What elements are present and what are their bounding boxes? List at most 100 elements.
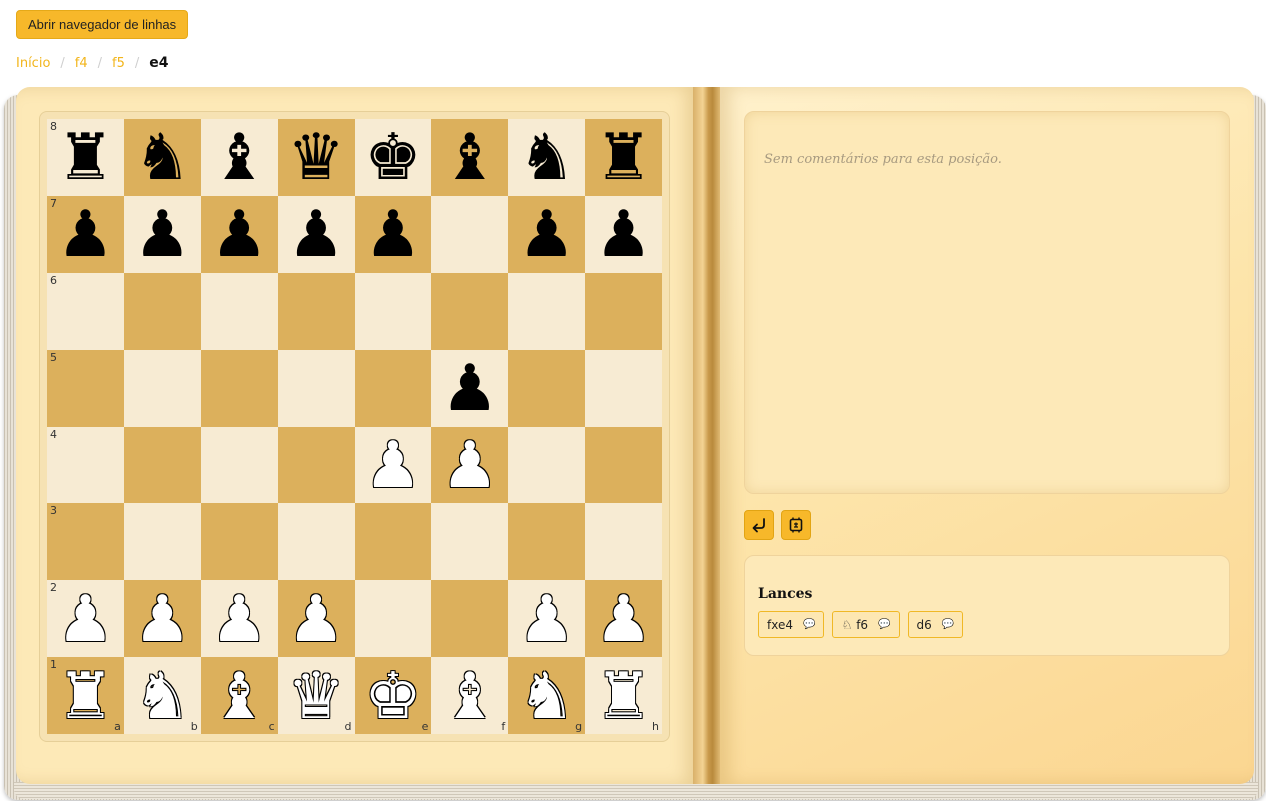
square-b1[interactable]: b ♞	[123, 657, 201, 734]
square-c8[interactable]: ♝	[200, 119, 278, 196]
square-f7[interactable]	[431, 195, 509, 273]
square-g2[interactable]: ♟	[508, 580, 586, 658]
square-b5[interactable]	[123, 349, 201, 427]
square-f1[interactable]: f ♝	[431, 657, 509, 734]
black-pawn-icon[interactable]: ♟	[364, 203, 421, 267]
white-king-icon[interactable]: ♚	[364, 665, 421, 729]
square-e2[interactable]	[354, 580, 432, 658]
breadcrumb-item-start[interactable]: Início	[16, 56, 50, 71]
white-queen-icon[interactable]: ♛	[287, 665, 344, 729]
square-a4[interactable]: 4	[47, 426, 124, 504]
square-h5[interactable]	[585, 349, 662, 427]
square-e7[interactable]: ♟	[354, 195, 432, 273]
square-c3[interactable]	[200, 503, 278, 581]
chess-board[interactable]: 8 ♜ ♞ ♝ ♛ ♚ ♝ ♞ ♜ 7 ♟ ♟ ♟ ♟ ♟ ♟ ♟ 6 5 ♟ 4 ♟ ♟ 3 2 ♟ ♟ ♟ ♟ ♟ ♟ 1 a ♜ b ♞ c ♝ d ♛…	[47, 119, 662, 734]
square-f3[interactable]	[431, 503, 509, 581]
square-e4[interactable]: ♟	[354, 426, 432, 504]
square-c7[interactable]: ♟	[200, 195, 278, 273]
square-a3[interactable]: 3	[47, 503, 124, 581]
square-e8[interactable]: ♚	[354, 119, 432, 196]
move-chip-nf6[interactable]: ♘ f6 💬	[832, 611, 900, 638]
white-rook-icon[interactable]: ♜	[595, 665, 652, 729]
white-pawn-icon[interactable]: ♟	[441, 434, 498, 498]
square-e3[interactable]	[354, 503, 432, 581]
square-e1[interactable]: e ♚	[354, 657, 432, 734]
move-chip-fxe4[interactable]: fxe4 💬	[758, 611, 825, 638]
white-knight-icon[interactable]: ♞	[518, 665, 575, 729]
white-pawn-icon[interactable]: ♟	[518, 588, 575, 652]
flip-board-button[interactable]	[781, 510, 811, 540]
square-a1[interactable]: 1 a ♜	[47, 657, 124, 734]
square-g5[interactable]	[508, 349, 586, 427]
square-a8[interactable]: 8 ♜	[47, 119, 124, 196]
square-g6[interactable]	[508, 272, 586, 350]
black-knight-icon[interactable]: ♞	[134, 126, 191, 190]
black-rook-icon[interactable]: ♜	[595, 126, 652, 190]
square-g1[interactable]: g ♞	[508, 657, 586, 734]
square-h8[interactable]: ♜	[585, 119, 662, 196]
square-g8[interactable]: ♞	[508, 119, 586, 196]
black-rook-icon[interactable]: ♜	[57, 126, 114, 190]
square-g4[interactable]	[508, 426, 586, 504]
square-d3[interactable]	[277, 503, 355, 581]
square-c6[interactable]	[200, 272, 278, 350]
white-pawn-icon[interactable]: ♟	[211, 588, 268, 652]
breadcrumb-item-f5[interactable]: f5	[112, 56, 125, 71]
square-d6[interactable]	[277, 272, 355, 350]
black-pawn-icon[interactable]: ♟	[287, 203, 344, 267]
square-h1[interactable]: h ♜	[585, 657, 662, 734]
black-pawn-icon[interactable]: ♟	[518, 203, 575, 267]
square-a7[interactable]: 7 ♟	[47, 195, 124, 273]
black-pawn-icon[interactable]: ♟	[134, 203, 191, 267]
square-h7[interactable]: ♟	[585, 195, 662, 273]
square-f5[interactable]: ♟	[431, 349, 509, 427]
square-f2[interactable]	[431, 580, 509, 658]
white-knight-icon[interactable]: ♞	[134, 665, 191, 729]
square-b8[interactable]: ♞	[123, 119, 201, 196]
black-queen-icon[interactable]: ♛	[287, 126, 344, 190]
square-a2[interactable]: 2 ♟	[47, 580, 124, 658]
black-bishop-icon[interactable]: ♝	[441, 126, 498, 190]
white-pawn-icon[interactable]: ♟	[134, 588, 191, 652]
back-button[interactable]	[744, 510, 774, 540]
black-king-icon[interactable]: ♚	[364, 126, 421, 190]
square-a5[interactable]: 5	[47, 349, 124, 427]
square-b7[interactable]: ♟	[123, 195, 201, 273]
square-d5[interactable]	[277, 349, 355, 427]
square-g7[interactable]: ♟	[508, 195, 586, 273]
square-f8[interactable]: ♝	[431, 119, 509, 196]
square-d2[interactable]: ♟	[277, 580, 355, 658]
square-b3[interactable]	[123, 503, 201, 581]
move-chip-d6[interactable]: d6 💬	[907, 611, 964, 638]
open-line-navigator-button[interactable]: Abrir navegador de linhas	[16, 10, 189, 39]
square-g3[interactable]	[508, 503, 586, 581]
square-e6[interactable]	[354, 272, 432, 350]
black-pawn-icon[interactable]: ♟	[441, 357, 498, 421]
square-f4[interactable]: ♟	[431, 426, 509, 504]
black-pawn-icon[interactable]: ♟	[57, 203, 114, 267]
square-d4[interactable]	[277, 426, 355, 504]
square-d7[interactable]: ♟	[277, 195, 355, 273]
square-c5[interactable]	[200, 349, 278, 427]
white-pawn-icon[interactable]: ♟	[57, 588, 114, 652]
breadcrumb-item-f4[interactable]: f4	[75, 56, 88, 71]
square-b6[interactable]	[123, 272, 201, 350]
square-c1[interactable]: c ♝	[200, 657, 278, 734]
square-b4[interactable]	[123, 426, 201, 504]
white-bishop-icon[interactable]: ♝	[441, 665, 498, 729]
square-h2[interactable]: ♟	[585, 580, 662, 658]
black-bishop-icon[interactable]: ♝	[211, 126, 268, 190]
black-pawn-icon[interactable]: ♟	[595, 203, 652, 267]
square-c4[interactable]	[200, 426, 278, 504]
white-pawn-icon[interactable]: ♟	[364, 434, 421, 498]
square-c2[interactable]: ♟	[200, 580, 278, 658]
black-knight-icon[interactable]: ♞	[518, 126, 575, 190]
square-d8[interactable]: ♛	[277, 119, 355, 196]
square-h6[interactable]	[585, 272, 662, 350]
white-pawn-icon[interactable]: ♟	[287, 588, 344, 652]
square-a6[interactable]: 6	[47, 272, 124, 350]
square-e5[interactable]	[354, 349, 432, 427]
square-h4[interactable]	[585, 426, 662, 504]
white-bishop-icon[interactable]: ♝	[211, 665, 268, 729]
white-pawn-icon[interactable]: ♟	[595, 588, 652, 652]
